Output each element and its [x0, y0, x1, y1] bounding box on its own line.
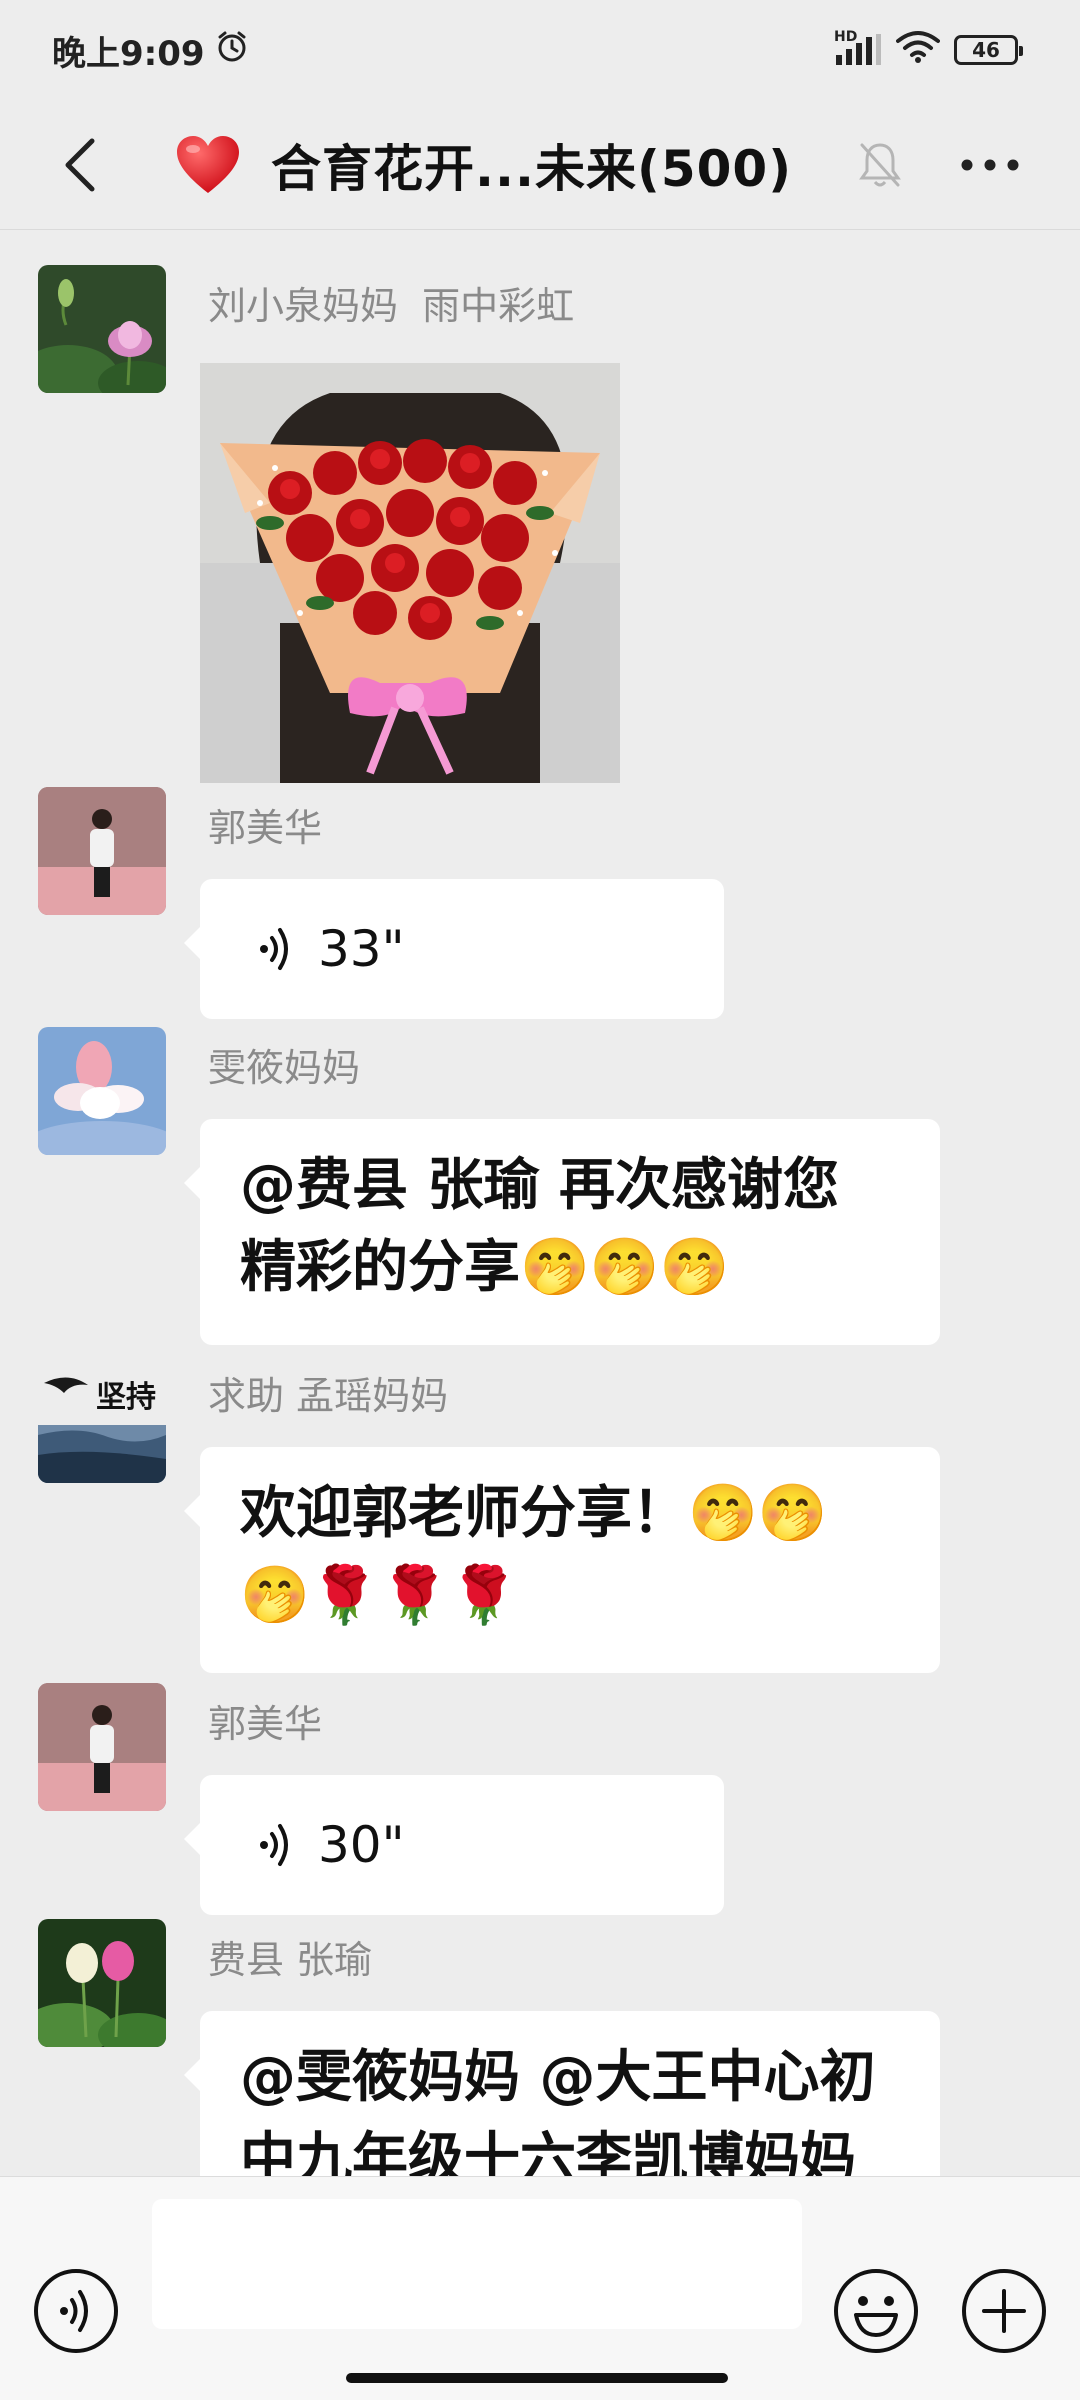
text-message-bubble[interactable]: @雯筱妈妈 @大王中心初 中九年级十六李凯博妈妈 — [184, 2011, 940, 2176]
message-text-line: 中九年级十六李凯博妈妈 — [240, 2127, 856, 2176]
sender-name: 刘小泉妈妈 雨中彩虹 — [208, 284, 575, 328]
voice-wave-icon — [260, 1824, 288, 1866]
message-input[interactable] — [152, 2199, 802, 2329]
voice-wave-icon — [260, 928, 288, 970]
avatar[interactable]: 坚持 — [38, 1355, 166, 1483]
back-button[interactable] — [40, 122, 120, 208]
alarm-icon — [215, 29, 249, 72]
lotus-avatar-image — [38, 265, 166, 393]
message-item: 雯筱妈妈 @费县 张瑜 再次感谢您 精彩的分享🤭🤭🤭 — [0, 1027, 1080, 1345]
message-text-line: 🤭🌹🌹🌹 — [240, 1563, 519, 1628]
voice-message: 30" — [256, 1775, 684, 1915]
sender-name: 郭美华 — [208, 806, 323, 850]
message-text-line: 精彩的分享🤭🤭🤭 — [240, 1235, 730, 1300]
avatar-text-persist: 坚持 — [96, 1380, 156, 1415]
voice-input-button[interactable] — [32, 2267, 120, 2355]
chat-title-group[interactable]: 合育花开...未来(500) — [175, 118, 792, 212]
mute-bell-icon — [850, 130, 910, 200]
message-item: 郭美华 33" — [0, 787, 1080, 1019]
message-text-line: @雯筱妈妈 @大王中心初 — [240, 2045, 876, 2110]
text-message-bubble[interactable]: @费县 张瑜 再次感谢您 精彩的分享🤭🤭🤭 — [184, 1119, 940, 1345]
voice-message-bubble[interactable]: 30" — [184, 1775, 724, 1915]
battery-level: 46 — [972, 38, 1000, 62]
sender-name: 费县 张瑜 — [208, 1938, 373, 1982]
more-functions-button[interactable] — [960, 2267, 1048, 2355]
flower-avatar-image — [38, 1919, 166, 2047]
message-item: 刘小泉妈妈 雨中彩虹 — [0, 265, 1080, 785]
avatar[interactable] — [38, 787, 166, 915]
wifi-icon — [896, 29, 940, 72]
status-left: 晚上9:09 — [52, 26, 249, 75]
title-bar: 合育花开...未来(500) — [0, 100, 1080, 230]
voice-duration: 30" — [318, 1816, 405, 1874]
status-right: HD 46 — [834, 29, 1023, 72]
person-avatar-image — [38, 787, 166, 915]
text-message-bubble[interactable]: 欢迎郭老师分享！🤭🤭 🤭🌹🌹🌹 — [184, 1447, 940, 1673]
message-item: 坚持 求助 孟瑶妈妈 欢迎郭老师分享！🤭🤭 🤭🌹🌹🌹 — [0, 1355, 1080, 1673]
avatar[interactable] — [38, 265, 166, 393]
person-avatar-image — [38, 1683, 166, 1811]
heart-icon — [177, 136, 239, 193]
sender-name: 郭美华 — [208, 1702, 323, 1746]
chat-title: 合育花开...未来(500) — [271, 140, 793, 198]
back-arrow-icon — [65, 138, 95, 192]
rose-bouquet-image — [200, 363, 620, 783]
image-message[interactable] — [200, 363, 620, 783]
message-text-line: @费县 张瑜 再次感谢您 — [240, 1153, 839, 1218]
signal-icon: HD — [834, 29, 882, 67]
avatar[interactable] — [38, 1683, 166, 1811]
voice-duration: 33" — [318, 920, 405, 978]
emoji-button[interactable] — [832, 2267, 920, 2355]
emoji-icon — [834, 2269, 918, 2353]
voice-message: 33" — [256, 879, 684, 1019]
more-dots-icon — [961, 159, 1019, 171]
sender-name: 雯筱妈妈 — [208, 1046, 361, 1090]
message-item: 费县 张瑜 @雯筱妈妈 @大王中心初 中九年级十六李凯博妈妈 — [0, 1919, 1080, 2176]
voice-icon — [34, 2269, 118, 2353]
status-time: 晚上9:09 — [52, 33, 205, 74]
eagle-avatar-image: 坚持 — [38, 1355, 166, 1483]
sender-name: 求助 孟瑶妈妈 — [208, 1374, 449, 1418]
message-text-line: 欢迎郭老师分享！🤭🤭 — [240, 1481, 828, 1546]
status-bar: 晚上9:09 HD 46 — [0, 0, 1080, 100]
avatar[interactable] — [38, 1027, 166, 1155]
lotus-flower-avatar-image — [38, 1027, 166, 1155]
message-item: 郭美华 30" — [0, 1683, 1080, 1915]
home-indicator[interactable] — [346, 2373, 728, 2383]
input-bar — [0, 2176, 1080, 2400]
avatar[interactable] — [38, 1919, 166, 2047]
chat-list[interactable]: 刘小泉妈妈 雨中彩虹 郭美华 33" 雯筱妈妈 @费县 张瑜 再次感谢您 精彩的… — [0, 231, 1080, 2176]
more-button[interactable] — [950, 130, 1030, 200]
battery-icon: 46 — [954, 35, 1023, 65]
voice-message-bubble[interactable]: 33" — [184, 879, 724, 1019]
plus-icon — [962, 2269, 1046, 2353]
